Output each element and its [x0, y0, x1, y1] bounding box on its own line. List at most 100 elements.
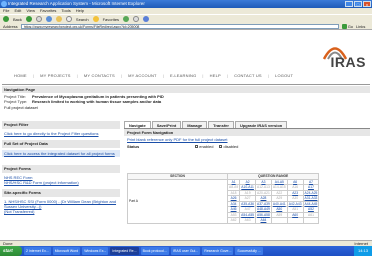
nav-separator: |: [120, 73, 123, 78]
tab-transfer[interactable]: Transfer: [208, 121, 234, 128]
nav-separator: |: [76, 73, 78, 78]
tab-save-print[interactable]: Save/Print: [151, 121, 182, 128]
nav-my-projects[interactable]: MY PROJECTS: [40, 73, 71, 78]
tab-manage[interactable]: Manage: [182, 121, 208, 128]
nav-e-learning[interactable]: E-LEARNING: [170, 73, 196, 78]
taskbar-item[interactable]: Microsoft Word: [52, 247, 81, 255]
question-link[interactable]: A14-A15: [270, 184, 288, 191]
question-link[interactable]: A62: [226, 217, 241, 224]
go-button[interactable]: Go: [341, 23, 354, 29]
favorites-button[interactable]: Favorites: [103, 17, 119, 22]
system-tray-clock: 14:13: [353, 246, 372, 256]
form-navigation-heading: Project Form Navigation: [124, 129, 370, 136]
nav-my-contacts[interactable]: MY CONTACTS: [84, 73, 115, 78]
taskbar-item-active[interactable]: Integrated Re...: [110, 247, 139, 255]
taskbar: start 2 Internet Ex... Microsoft Word Wi…: [0, 246, 372, 256]
header-divider: [2, 84, 370, 85]
status-enabled-label: enabled: [199, 144, 214, 149]
nav-home[interactable]: HOME: [14, 73, 27, 78]
start-button[interactable]: start: [0, 246, 22, 256]
back-button[interactable]: Back: [13, 17, 22, 22]
window-title-bar: Integrated Research Application System -…: [0, 0, 372, 8]
right-panel: Navigate Save/Print Manage Transfer Upgr…: [124, 121, 370, 150]
taskbar-item[interactable]: Windows Ex...: [82, 247, 109, 255]
status-disabled[interactable]: disabled: [219, 143, 238, 150]
mail-icon[interactable]: [133, 16, 140, 22]
site-specific-heading: Site-specific Forms: [2, 189, 120, 197]
project-type-value: Research limited to working with human t…: [32, 99, 162, 105]
question-link[interactable]: A63: [239, 217, 257, 224]
favorites-star-icon[interactable]: [92, 16, 99, 22]
question-link[interactable]: A10-A11: [239, 184, 257, 191]
full-set-heading: Full Set of Project Data: [2, 140, 120, 148]
taskbar-item[interactable]: 2 Internet Ex...: [24, 247, 51, 255]
site-nav: HOME | MY PROJECTS | MY CONTACTS | MY ACCOU…: [14, 73, 293, 78]
go-arrow-icon: [341, 23, 347, 29]
status-enabled[interactable]: enabled: [195, 143, 213, 150]
question-link[interactable]: A48-A49: [255, 206, 272, 213]
question-link[interactable]: A56-A58: [255, 211, 272, 218]
status-row: Status enabled disabled: [124, 143, 370, 150]
nav-separator: |: [267, 73, 270, 78]
question-link[interactable]: A54-A55: [239, 211, 257, 218]
nav-separator: |: [202, 73, 204, 78]
web-page: IRAS HOME | MY PROJECTS | MY CONTACTS | MY …: [0, 30, 372, 245]
close-button[interactable]: x: [363, 1, 371, 7]
section-cell: Part A: [127, 178, 228, 224]
question-link[interactable]: A20-A21: [255, 189, 272, 196]
taskbar-item[interactable]: Research Gove...: [202, 247, 234, 255]
address-label: Address: [3, 23, 18, 29]
project-filter-heading: Project Filter: [2, 121, 120, 129]
logo-text: IRAS: [330, 54, 366, 70]
address-input[interactable]: https://www.myresearchproject.org.uk/For…: [20, 23, 339, 29]
browser-toolbar: Back Search Favorites: [0, 14, 372, 23]
maximize-button[interactable]: □: [354, 1, 362, 7]
full-set-link[interactable]: Click here to access the integrated data…: [2, 150, 120, 157]
taskbar-item[interactable]: Book protocol...: [140, 247, 169, 255]
question-link[interactable]: A37-A39: [255, 200, 272, 207]
site-form-link[interactable]: 1. NHS/HSC SSI (Form 0000) - (Dr William…: [2, 199, 120, 209]
navigation-page-heading: Navigation Page: [2, 86, 370, 93]
status-label: Status: [127, 144, 140, 149]
back-arrow-icon[interactable]: [3, 16, 9, 22]
print-blank-link[interactable]: Print blank reference only PDF for the f…: [124, 136, 370, 143]
question-link[interactable]: A64: [255, 217, 272, 224]
question-link[interactable]: A24-A25: [302, 189, 320, 196]
question-link[interactable]: A31-A33: [302, 195, 320, 202]
home-icon[interactable]: [55, 16, 62, 22]
nav-contact-us[interactable]: CONTACT US: [234, 73, 262, 78]
go-label: Go: [347, 23, 354, 29]
minimize-button[interactable]: _: [345, 1, 353, 7]
nav-my-account[interactable]: MY ACCOUNT: [128, 73, 157, 78]
checkbox-icon: [195, 145, 199, 148]
question-link[interactable]: A8-A9: [226, 184, 241, 191]
window-controls: _ □ x: [345, 1, 371, 7]
address-bar: Address https://www.myresearchproject.or…: [0, 23, 372, 30]
question-link[interactable]: A35-A36: [239, 200, 257, 207]
question-link[interactable]: A12-A13: [255, 184, 272, 191]
question-range-table: SECTION QUESTION RANGE Part A A1 A2 A3 A…: [127, 173, 320, 224]
project-title-value: Prevalence of Mycoplasma genitalium in p…: [32, 94, 164, 99]
iras-logo: IRAS: [306, 42, 366, 74]
nav-logout[interactable]: LOGOUT: [275, 73, 293, 78]
print-icon[interactable]: [143, 16, 150, 22]
stop-icon[interactable]: [35, 16, 42, 22]
refresh-icon[interactable]: [45, 16, 52, 22]
taskbar-item[interactable]: Successfully ...: [235, 247, 263, 255]
nav-separator: |: [32, 73, 35, 78]
question-link[interactable]: A42-A43: [286, 200, 304, 207]
tab-navigate[interactable]: Navigate: [124, 121, 151, 128]
taskbar-item[interactable]: IRAS user Gui...: [170, 247, 201, 255]
part-a-label: Part A: [129, 199, 138, 203]
links-button[interactable]: Links: [356, 24, 365, 29]
question-link[interactable]: A40-A41: [270, 200, 288, 207]
search-button[interactable]: Search: [76, 17, 89, 22]
tab-upgrade[interactable]: Upgrade IRAS version: [234, 121, 288, 128]
forward-arrow-icon[interactable]: [25, 16, 32, 22]
search-icon[interactable]: [65, 16, 72, 22]
nav-separator: |: [226, 73, 229, 78]
history-icon[interactable]: [123, 16, 130, 22]
left-panel: Project Filter Click here to go directly…: [2, 121, 120, 214]
question-link[interactable]: A44-A45: [302, 200, 320, 207]
nav-help[interactable]: HELP: [210, 73, 221, 78]
